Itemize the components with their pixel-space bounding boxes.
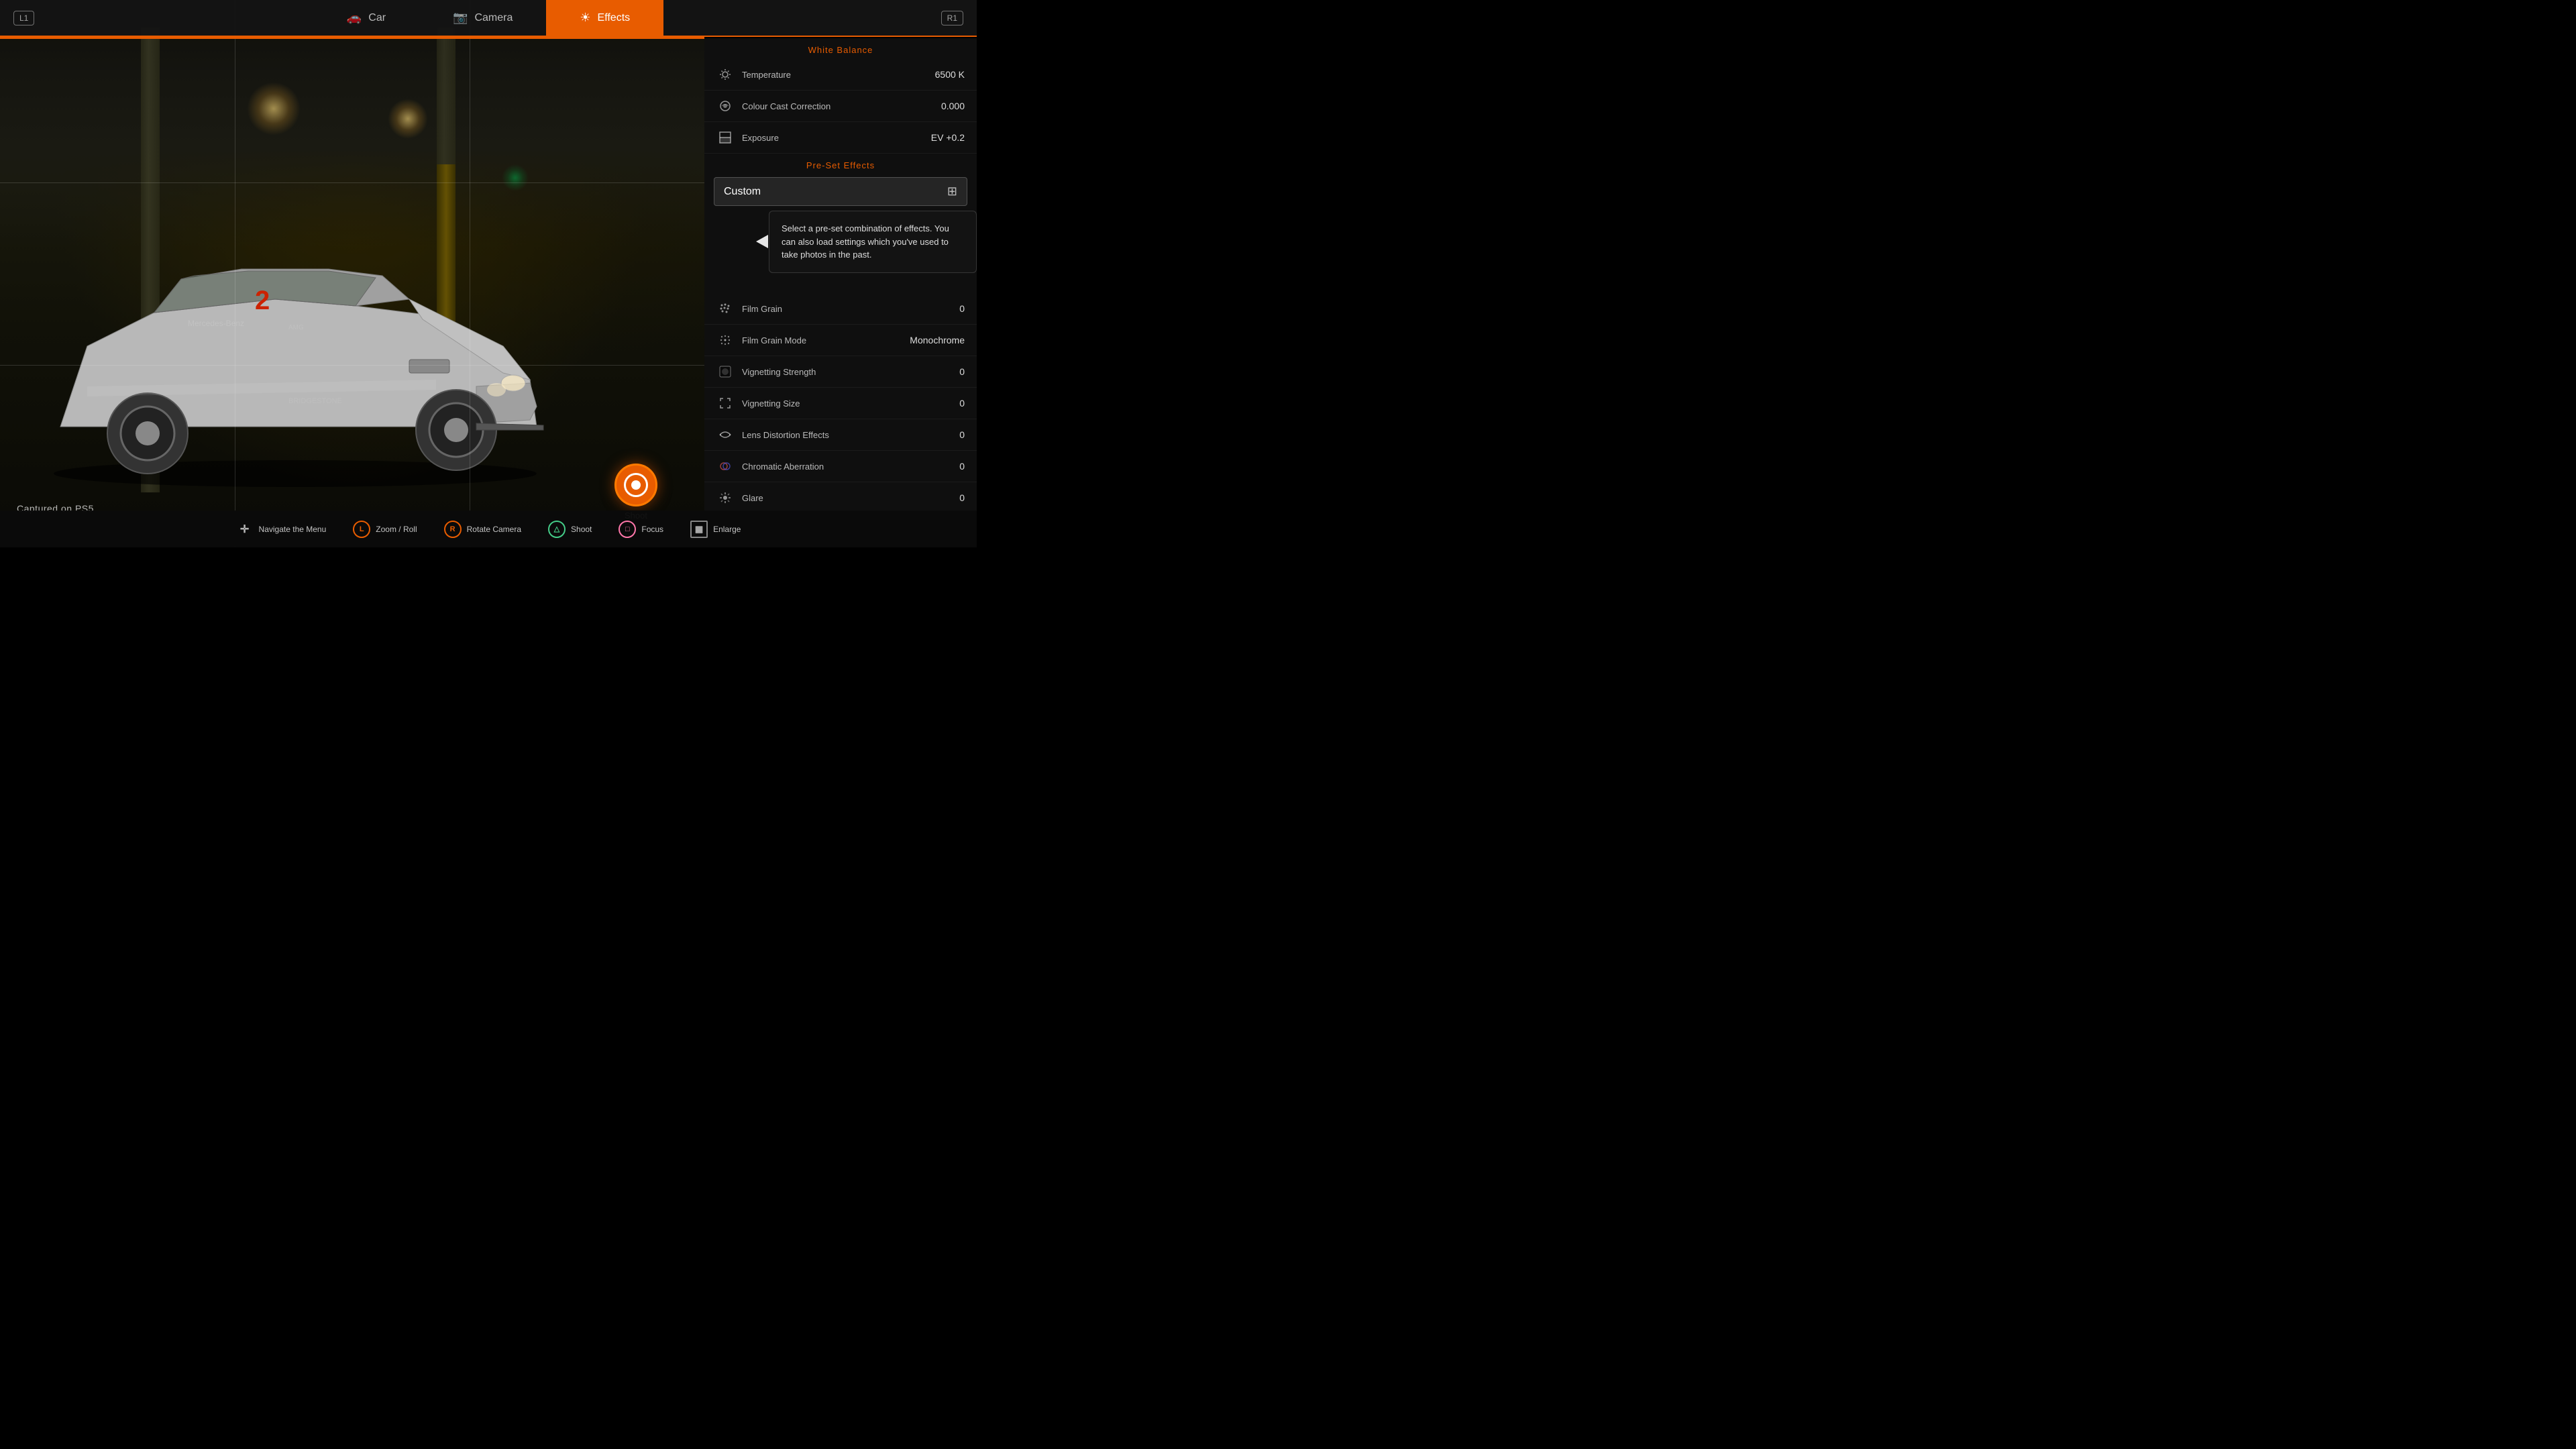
dpad-icon: ✛ bbox=[236, 521, 254, 538]
shoot-button[interactable] bbox=[614, 464, 657, 506]
preset-grid-icon: ⊞ bbox=[947, 184, 957, 199]
exposure-label: Exposure bbox=[742, 133, 931, 143]
svg-text:BRIDGESTONE: BRIDGESTONE bbox=[288, 397, 342, 405]
cursor-arrow bbox=[756, 235, 768, 248]
control-focus: □ Focus bbox=[619, 521, 663, 538]
triangle-icon: △ bbox=[548, 521, 566, 538]
svg-text:2: 2 bbox=[255, 286, 270, 315]
colour-cast-label: Colour Cast Correction bbox=[742, 101, 941, 111]
glare-icon bbox=[716, 489, 734, 506]
film-grain-label: Film Grain bbox=[742, 304, 959, 314]
car-svg: 2 Mercedes-Benz AMG BRIDGESTONE bbox=[20, 212, 570, 494]
vignetting-size-label: Vignetting Size bbox=[742, 398, 959, 409]
car-scene: 2 Mercedes-Benz AMG BRIDGESTONE Captured… bbox=[0, 0, 704, 547]
preset-dropdown-container: Custom ⊞ Select a pre-set combination of… bbox=[704, 177, 977, 206]
svg-text:Mercedes-Benz: Mercedes-Benz bbox=[188, 319, 244, 328]
tab-camera[interactable]: 📷 Camera bbox=[419, 0, 546, 36]
ceiling-light-2 bbox=[388, 99, 428, 139]
white-balance-header: White Balance bbox=[704, 38, 977, 59]
tab-camera-label: Camera bbox=[474, 12, 513, 24]
car-icon: 🚗 bbox=[347, 11, 362, 25]
glare-row[interactable]: Glare 0 bbox=[704, 482, 977, 511]
chromatic-aberration-row[interactable]: Chromatic Aberration 0 bbox=[704, 451, 977, 482]
enlarge-label: Enlarge bbox=[713, 525, 741, 534]
enlarge-icon: ▦ bbox=[690, 521, 708, 538]
temperature-icon bbox=[716, 66, 734, 83]
l-button-icon: L bbox=[353, 521, 370, 538]
tab-car-label: Car bbox=[368, 12, 386, 24]
control-enlarge: ▦ Enlarge bbox=[690, 521, 741, 538]
exposure-icon bbox=[716, 129, 734, 146]
top-accent-line bbox=[0, 37, 704, 39]
vignetting-size-value: 0 bbox=[959, 398, 965, 409]
top-nav-bar: L1 🚗 Car 📷 Camera ☀ Effects R1 bbox=[0, 0, 977, 37]
vignetting-size-icon bbox=[716, 394, 734, 412]
main-viewport: 2 Mercedes-Benz AMG BRIDGESTONE Captured… bbox=[0, 0, 704, 547]
bottom-controls-bar: ✛ Navigate the Menu L Zoom / Roll R Rota… bbox=[0, 511, 977, 547]
vignetting-strength-label: Vignetting Strength bbox=[742, 367, 959, 377]
square-icon: □ bbox=[619, 521, 636, 538]
vignetting-strength-icon bbox=[716, 363, 734, 380]
preset-value: Custom bbox=[724, 186, 947, 198]
traffic-light bbox=[502, 164, 529, 191]
r-button-icon: R bbox=[444, 521, 462, 538]
exposure-value: EV +0.2 bbox=[931, 132, 965, 143]
exposure-row[interactable]: Exposure EV +0.2 bbox=[704, 122, 977, 154]
glare-value: 0 bbox=[959, 492, 965, 503]
tooltip-text: Select a pre-set combination of effects.… bbox=[782, 223, 949, 260]
tab-car[interactable]: 🚗 Car bbox=[313, 0, 419, 36]
shoot-button-icon bbox=[624, 473, 648, 497]
vignetting-strength-row[interactable]: Vignetting Strength 0 bbox=[704, 356, 977, 388]
camera-icon: 📷 bbox=[453, 11, 468, 25]
effects-icon: ☀ bbox=[580, 11, 590, 25]
film-grain-mode-icon bbox=[716, 331, 734, 349]
film-grain-row[interactable]: Film Grain 0 bbox=[704, 293, 977, 325]
glare-label: Glare bbox=[742, 493, 959, 503]
film-grain-mode-row[interactable]: Film Grain Mode Monochrome bbox=[704, 325, 977, 356]
lens-distortion-value: 0 bbox=[959, 429, 965, 440]
tab-effects[interactable]: ☀ Effects bbox=[546, 0, 663, 36]
temperature-label: Temperature bbox=[742, 70, 935, 80]
colour-cast-value: 0.000 bbox=[941, 101, 965, 111]
lens-distortion-label: Lens Distortion Effects bbox=[742, 430, 959, 440]
film-grain-value: 0 bbox=[959, 303, 965, 314]
colour-cast-icon bbox=[716, 97, 734, 115]
control-rotate: R Rotate Camera bbox=[444, 521, 521, 538]
control-shoot: △ Shoot bbox=[548, 521, 592, 538]
vignetting-strength-value: 0 bbox=[959, 366, 965, 377]
shoot-ctrl-label: Shoot bbox=[571, 525, 592, 534]
preset-dropdown[interactable]: Custom ⊞ bbox=[714, 177, 967, 206]
chromatic-aberration-value: 0 bbox=[959, 461, 965, 472]
temperature-row[interactable]: Temperature 6500 K bbox=[704, 59, 977, 91]
film-grain-mode-value: Monochrome bbox=[910, 335, 965, 345]
temperature-value: 6500 K bbox=[935, 69, 965, 80]
control-navigate: ✛ Navigate the Menu bbox=[236, 521, 327, 538]
svg-text:AMG: AMG bbox=[288, 324, 304, 331]
l1-button[interactable]: L1 bbox=[13, 11, 34, 25]
lens-distortion-icon bbox=[716, 426, 734, 443]
chromatic-aberration-label: Chromatic Aberration bbox=[742, 462, 959, 472]
preset-tooltip: Select a pre-set combination of effects.… bbox=[769, 211, 977, 273]
film-grain-icon bbox=[716, 300, 734, 317]
navigate-label: Navigate the Menu bbox=[259, 525, 327, 534]
chromatic-aberration-icon bbox=[716, 458, 734, 475]
tab-effects-label: Effects bbox=[598, 12, 631, 24]
film-grain-mode-label: Film Grain Mode bbox=[742, 335, 910, 345]
rotate-label: Rotate Camera bbox=[467, 525, 521, 534]
focus-label: Focus bbox=[641, 525, 663, 534]
right-panel: White Balance Temperature 6500 K Colour … bbox=[704, 38, 977, 511]
ceiling-light-1 bbox=[247, 82, 301, 136]
r1-button[interactable]: R1 bbox=[941, 11, 963, 25]
colour-cast-row[interactable]: Colour Cast Correction 0.000 bbox=[704, 91, 977, 122]
vignetting-size-row[interactable]: Vignetting Size 0 bbox=[704, 388, 977, 419]
lens-distortion-row[interactable]: Lens Distortion Effects 0 bbox=[704, 419, 977, 451]
control-zoom: L Zoom / Roll bbox=[353, 521, 417, 538]
preset-effects-header: Pre-Set Effects bbox=[704, 154, 977, 174]
zoom-label: Zoom / Roll bbox=[376, 525, 417, 534]
